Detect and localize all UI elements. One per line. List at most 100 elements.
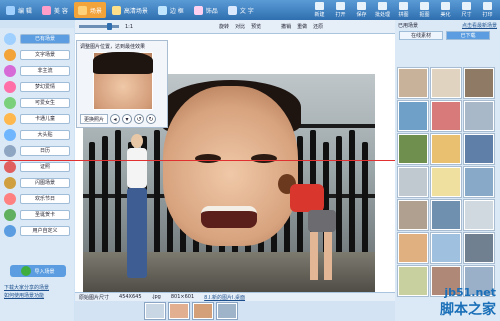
popup-title: 调整图片位置，达到最佳效果: [80, 44, 146, 50]
toolbar-button-8[interactable]: 打印: [477, 0, 498, 20]
sidebar-item-10[interactable]: 欢乐节日: [4, 192, 70, 205]
sidebar-item-label: 已有场景: [20, 33, 70, 44]
sidebar-item-12[interactable]: 用户自定义: [4, 224, 70, 237]
scene-thumbnail[interactable]: [398, 68, 428, 98]
rotate-right-icon[interactable]: ↻: [146, 114, 157, 124]
scene-thumbnail[interactable]: [431, 233, 461, 263]
rotate-left-icon[interactable]: ↺: [134, 114, 145, 124]
strip-thumbnail[interactable]: [169, 303, 189, 319]
how-to-use-link[interactable]: 如何使用场景功能: [4, 292, 44, 299]
toolbar-button-7[interactable]: 尺寸: [456, 0, 477, 20]
tool-label: 打开: [335, 12, 346, 18]
scene-thumbnail[interactable]: [431, 167, 461, 197]
scene-thumbnail[interactable]: [398, 167, 428, 197]
change-photo-button[interactable]: 更换照片: [80, 114, 109, 124]
scene-thumbnail[interactable]: [431, 200, 461, 230]
toolbar-button-6[interactable]: 美化: [435, 0, 456, 20]
tool-icon: [462, 2, 471, 10]
sidebar-item-3[interactable]: 梦幻爱情: [4, 80, 70, 93]
scene-thumbnail[interactable]: [464, 167, 494, 197]
status-bar: 原始图片尺寸 454X645 .jpg 801×601 8.Ⅰ.新的图片Ⅰ.桌面: [75, 292, 395, 301]
redo-button[interactable]: 重做: [297, 23, 307, 30]
category-icon: [4, 48, 16, 61]
sidebar-item-label: 用户自定义: [20, 225, 70, 236]
compare-button[interactable]: 对比: [235, 23, 245, 30]
sidebar-item-1[interactable]: 文字场景: [4, 48, 70, 61]
strip-thumbnail[interactable]: [217, 303, 237, 319]
toolbar-button-2[interactable]: 保存: [351, 0, 372, 20]
category-icon: [4, 32, 16, 45]
tab-icon: [157, 5, 167, 15]
sidebar-item-0[interactable]: 已有场景: [4, 32, 70, 45]
undo-button[interactable]: 撤销: [281, 23, 291, 30]
sidebar-item-2[interactable]: 非主流: [4, 64, 70, 77]
sidebar-item-8[interactable]: 证照: [4, 160, 70, 173]
restore-button[interactable]: 还原: [313, 23, 323, 30]
tab-6[interactable]: 文 字: [224, 2, 258, 18]
tab-online-materials[interactable]: 在线素材: [399, 31, 443, 40]
import-scene-button[interactable]: 导入场景: [10, 265, 66, 277]
rotate-button[interactable]: 旋转: [219, 23, 229, 30]
zoom-ratio[interactable]: 1:1: [125, 24, 133, 30]
preview-button[interactable]: 预览: [251, 23, 261, 30]
scene-thumbnail[interactable]: [398, 266, 428, 296]
toolbar-button-3[interactable]: 批处理: [372, 0, 393, 20]
scene-thumbnail[interactable]: [431, 134, 461, 164]
tool-label: 拼图: [398, 12, 409, 18]
download-shared-link[interactable]: 下载大家分享的场景: [4, 284, 49, 291]
toolbar-button-5[interactable]: 抠图: [414, 0, 435, 20]
sidebar-item-label: 梦幻爱情: [20, 81, 70, 92]
sidebar-item-9[interactable]: 闪图场景: [4, 176, 70, 189]
scene-thumbnail[interactable]: [464, 134, 494, 164]
scene-category-sidebar: 已有场景文字场景非主流梦幻爱情可爱女生卡通儿童大头贴日历证照闪图场景欢乐节日圣诞…: [0, 28, 74, 321]
tool-icon: [357, 2, 366, 10]
site-watermark: jb51.net 脚本之家: [440, 286, 496, 319]
sidebar-item-label: 闪图场景: [20, 177, 70, 188]
tab-2[interactable]: 场景: [73, 2, 106, 18]
photo-position-popup[interactable]: 调整图片位置，达到最佳效果 更换照片 ◂ ▾ ↺ ↻: [76, 40, 168, 128]
latest-scenes-link[interactable]: 点击看最新场景: [462, 22, 497, 29]
category-icon: [4, 112, 16, 125]
tab-5[interactable]: 饰品: [190, 2, 222, 18]
strip-thumbnail[interactable]: [193, 303, 213, 319]
scene-thumbnail[interactable]: [464, 200, 494, 230]
tab-icon: [41, 5, 51, 15]
scene-thumbnail[interactable]: [431, 101, 461, 131]
tab-downloaded[interactable]: 已下载: [446, 31, 490, 40]
scene-thumbnail[interactable]: [464, 101, 494, 131]
tab-1[interactable]: 美 容: [38, 2, 72, 18]
sidebar-item-label: 文字场景: [20, 49, 70, 60]
tool-label: 批处理: [374, 12, 390, 18]
sidebar-item-11[interactable]: 圣诞贺卡: [4, 208, 70, 221]
used-scenes-title: 已用场景: [398, 23, 419, 29]
tab-0[interactable]: 编 辑: [2, 2, 36, 18]
arrow-down-icon[interactable]: ▾: [122, 114, 133, 124]
scene-thumbnail[interactable]: [398, 101, 428, 131]
scene-thumbnail[interactable]: [464, 68, 494, 98]
strip-thumbnail[interactable]: [145, 303, 165, 319]
scene-thumbnail[interactable]: [398, 134, 428, 164]
left-girl-figure: [123, 134, 151, 284]
category-icon: [4, 96, 16, 109]
toolbar-button-4[interactable]: 拼图: [393, 0, 414, 20]
tool-icon: [315, 2, 324, 10]
right-girl-figure: [278, 174, 338, 284]
tab-icon: [77, 5, 87, 15]
toolbar-button-0[interactable]: 新建: [309, 0, 330, 20]
toolbar-button-1[interactable]: 打开: [330, 0, 351, 20]
file-path-link[interactable]: 8.Ⅰ.新的图片Ⅰ.桌面: [204, 294, 245, 301]
sidebar-item-7[interactable]: 日历: [4, 144, 70, 157]
scene-thumbnail[interactable]: [464, 233, 494, 263]
zoom-slider[interactable]: [79, 23, 119, 30]
scene-thumbnail[interactable]: [431, 68, 461, 98]
scene-thumbnail[interactable]: [398, 233, 428, 263]
tab-4[interactable]: 边 框: [154, 2, 188, 18]
sidebar-item-5[interactable]: 卡通儿童: [4, 112, 70, 125]
arrow-left-icon[interactable]: ◂: [110, 114, 121, 124]
tool-label: 打印: [482, 12, 493, 18]
sidebar-item-4[interactable]: 可爱女生: [4, 96, 70, 109]
tab-3[interactable]: 高清场景: [108, 2, 152, 18]
category-icon: [4, 128, 16, 141]
scene-thumbnail[interactable]: [398, 200, 428, 230]
sidebar-item-6[interactable]: 大头贴: [4, 128, 70, 141]
